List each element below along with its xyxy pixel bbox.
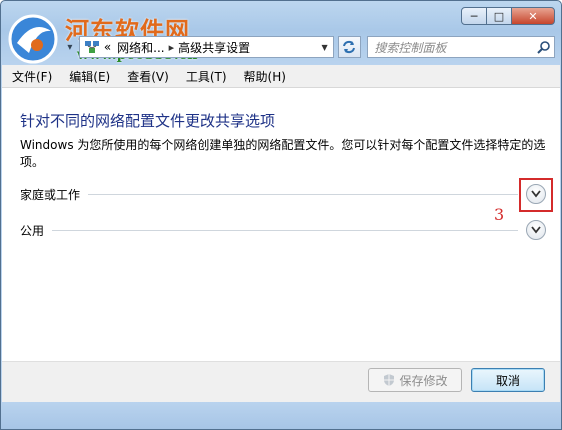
content-area: 针对不同的网络配置文件更改共享选项 Windows 为您所使用的每个网络创建单独…	[2, 88, 560, 361]
menu-help[interactable]: 帮助(H)	[234, 68, 293, 85]
menu-edit[interactable]: 编辑(E)	[59, 68, 117, 85]
menubar: 文件(F) 编辑(E) 查看(V) 工具(T) 帮助(H)	[2, 65, 560, 88]
navigation-row: ▾ « 网络和... ▸ 高级共享设置 ▼ 搜索控制面板	[63, 35, 555, 59]
save-changes-button[interactable]: 保存修改	[368, 368, 462, 392]
section-divider	[88, 193, 518, 195]
window-bottom-frame	[1, 402, 561, 429]
search-input[interactable]: 搜索控制面板	[368, 39, 534, 56]
save-changes-label: 保存修改	[399, 373, 448, 388]
search-icon[interactable]	[534, 37, 554, 57]
uac-shield-icon	[384, 374, 395, 386]
address-dropdown-icon[interactable]: ▼	[317, 43, 333, 52]
section-home-or-work[interactable]: 家庭或工作	[20, 183, 546, 205]
breadcrumb-advanced-sharing[interactable]: 高级共享设置	[178, 39, 250, 56]
button-bar: 保存修改 取消	[2, 361, 560, 402]
network-icon	[84, 41, 99, 53]
search-box[interactable]: 搜索控制面板	[367, 36, 555, 58]
section-public[interactable]: 公用	[20, 219, 546, 241]
menu-tools[interactable]: 工具(T)	[176, 68, 234, 85]
site-logo-icon	[8, 14, 58, 64]
refresh-button[interactable]	[337, 36, 362, 58]
breadcrumb-prefix[interactable]: «	[104, 40, 111, 54]
page-title: 针对不同的网络配置文件更改共享选项	[20, 112, 276, 130]
annotation-highlight-box	[519, 178, 553, 212]
section-public-label: 公用	[20, 223, 45, 238]
cancel-label: 取消	[495, 373, 520, 388]
chevron-down-icon[interactable]	[526, 220, 546, 240]
refresh-icon	[343, 40, 356, 54]
section-home-or-work-label: 家庭或工作	[20, 187, 81, 202]
breadcrumb-separator-icon[interactable]: ▸	[169, 41, 175, 54]
menu-file[interactable]: 文件(F)	[2, 68, 59, 85]
recent-pages-icon[interactable]: ▾	[63, 37, 77, 57]
address-bar[interactable]: « 网络和... ▸ 高级共享设置 ▼	[78, 36, 334, 58]
annotation-number: 3	[494, 205, 505, 224]
maximize-button[interactable]: □	[486, 7, 512, 25]
menu-view[interactable]: 查看(V)	[117, 68, 176, 85]
cancel-button[interactable]: 取消	[471, 368, 545, 392]
breadcrumb-network[interactable]: 网络和...	[117, 39, 164, 56]
close-button[interactable]: ✕	[511, 7, 555, 25]
page-description: Windows 为您所使用的每个网络创建单独的网络配置文件。您可以针对每个配置文…	[20, 138, 546, 169]
window: 河东软件网 www.pc0359.cn ─ □ ✕ ▾ « 网络和... ▸ 高…	[0, 0, 562, 430]
minimize-button[interactable]: ─	[461, 7, 487, 25]
caption-buttons: ─ □ ✕	[461, 7, 555, 25]
section-divider	[52, 229, 518, 231]
